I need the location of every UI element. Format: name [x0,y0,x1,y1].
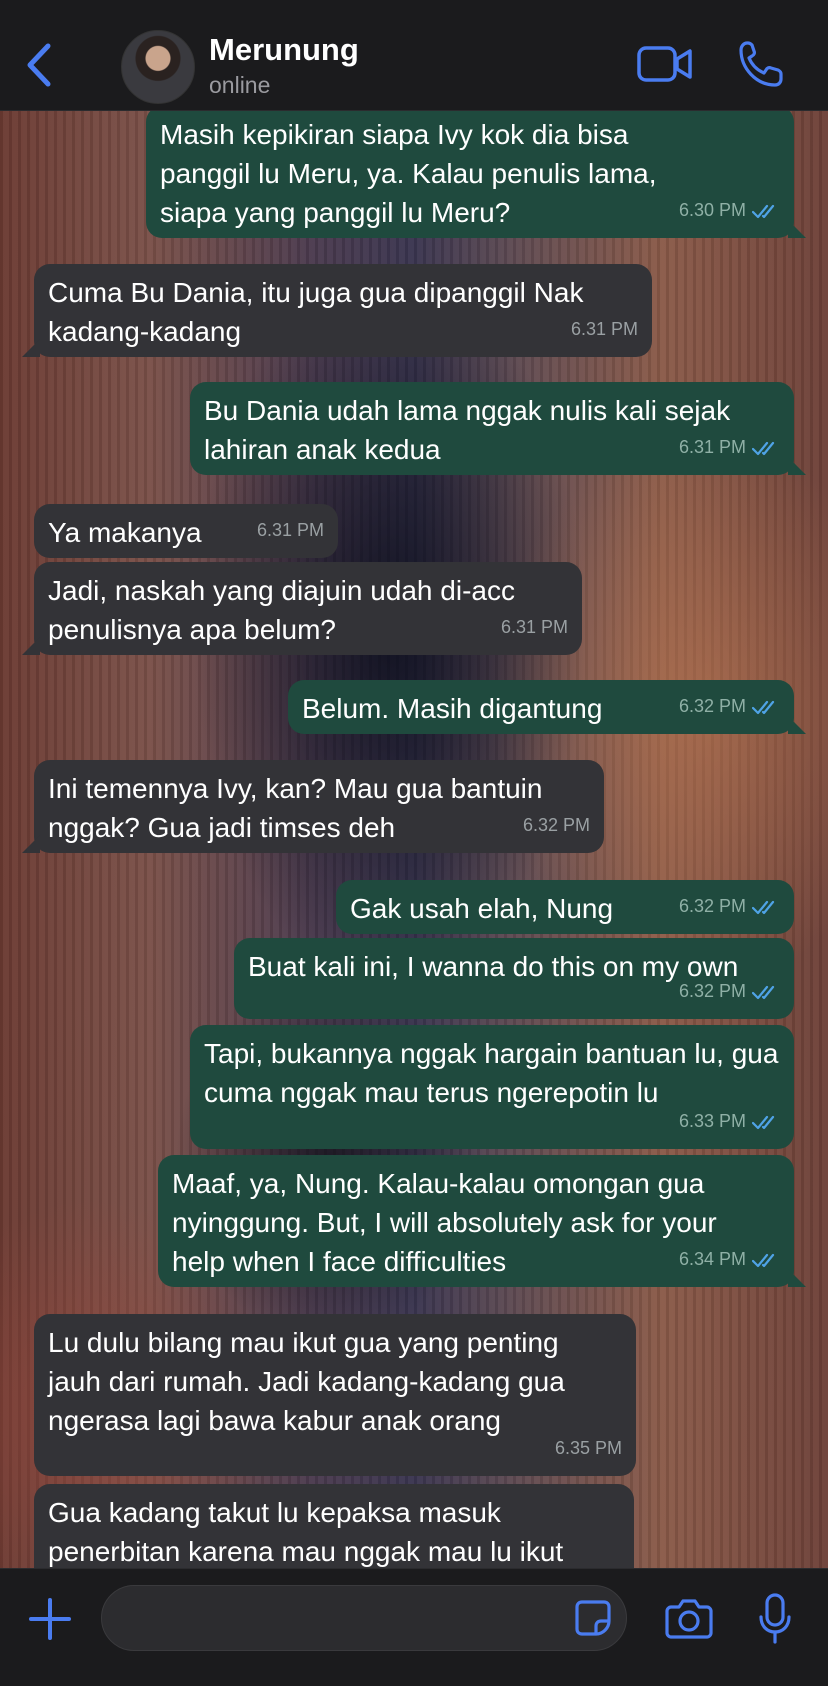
contact-status: online [209,72,271,98]
message-outgoing[interactable]: Tapi, bukannya nggak hargain bantuan lu,… [190,1025,794,1149]
message-meta: 6.31 PM [679,428,780,467]
message-incoming[interactable]: Cuma Bu Dania, itu juga gua dipanggil Na… [22,264,652,357]
message-text: Ini temennya Ivy, kan? Mau gua bantuin n… [48,773,543,843]
avatar[interactable] [121,30,195,104]
composer-bar [0,1568,828,1686]
read-ticks-icon [752,441,775,455]
plus-icon[interactable] [28,1597,72,1641]
message-meta: 6.31 PM [257,511,324,550]
message-incoming[interactable]: Lu dulu bilang mau ikut gua yang penting… [34,1314,636,1476]
read-ticks-icon [752,204,775,218]
message-outgoing[interactable]: Bu Dania udah lama nggak nulis kali seja… [190,382,806,475]
microphone-icon[interactable] [758,1593,792,1645]
message-text: Cuma Bu Dania, itu juga gua dipanggil Na… [48,277,584,347]
message-text: Tapi, bukannya nggak hargain bantuan lu,… [204,1038,779,1108]
message-outgoing[interactable]: Belum. Masih digantung 6.32 PM [288,680,806,734]
message-time: 6.35 PM [554,1438,622,1458]
chat-header: Merunung online [0,0,828,111]
message-meta: 6.32 PM [523,806,590,845]
message-time: 6.32 PM [678,896,746,916]
message-outgoing[interactable]: Masih kepikiran siapa Ivy kok dia bisa p… [146,106,806,238]
message-incoming[interactable]: Ya makanya 6.31 PM [34,504,338,558]
message-outgoing[interactable]: Maaf, ya, Nung. Kalau-kalau omongan gua … [158,1155,806,1287]
message-meta: 6.30 PM [679,191,780,230]
message-meta: 6.31 PM [571,310,638,349]
video-call-icon[interactable] [637,44,693,84]
read-ticks-icon [752,985,775,999]
read-ticks-icon [752,1115,775,1129]
message-text: Masih kepikiran siapa Ivy kok dia bisa p… [160,119,657,228]
message-time: 6.31 PM [256,520,324,540]
message-time: 6.30 PM [678,200,746,220]
message-meta: 6.34 PM [679,1240,780,1279]
message-time: 6.31 PM [678,437,746,457]
message-time: 6.31 PM [570,319,638,339]
message-text: Ya makanya [48,517,202,548]
read-ticks-icon [752,900,775,914]
read-ticks-icon [752,700,775,714]
message-text: Belum. Masih digantung [302,693,603,724]
message-time: 6.32 PM [678,696,746,716]
message-incoming[interactable]: Ini temennya Ivy, kan? Mau gua bantuin n… [22,760,604,853]
message-meta: 6.32 PM [679,687,780,726]
camera-icon[interactable] [665,1597,713,1639]
message-meta: 6.32 PM [679,972,780,1011]
message-incoming[interactable]: Gua kadang takut lu kepaksa masuk penerb… [34,1484,634,1568]
message-incoming[interactable]: Jadi, naskah yang diajuin udah di-acc pe… [22,562,582,655]
message-time: 6.33 PM [678,1111,746,1131]
message-time: 6.32 PM [522,815,590,835]
back-chevron-icon[interactable] [22,40,56,90]
message-text: Bu Dania udah lama nggak nulis kali seja… [204,395,731,465]
message-time: 6.32 PM [678,981,746,1001]
message-meta: 6.31 PM [501,608,568,647]
message-meta: 6.33 PM [679,1102,780,1141]
message-text: Jadi, naskah yang diajuin udah di-acc pe… [48,575,515,645]
message-input[interactable] [101,1585,627,1651]
message-text: Gak usah elah, Nung [350,893,614,924]
message-text: Gua kadang takut lu kepaksa masuk penerb… [48,1497,564,1567]
message-text: Lu dulu bilang mau ikut gua yang penting… [48,1327,565,1436]
message-time: 6.34 PM [678,1249,746,1269]
contact-name[interactable]: Merunung [209,32,359,68]
message-list[interactable]: Masih kepikiran siapa Ivy kok dia bisa p… [0,0,828,1568]
message-outgoing[interactable]: Gak usah elah, Nung 6.32 PM [336,880,794,934]
sticker-icon[interactable] [574,1599,612,1637]
message-outgoing[interactable]: Buat kali ini, I wanna do this on my own… [234,938,794,1019]
message-time: 6.31 PM [500,617,568,637]
message-meta: 6.32 PM [679,887,780,926]
read-ticks-icon [752,1253,775,1267]
message-meta: 6.35 PM [555,1429,622,1468]
phone-call-icon[interactable] [738,40,784,88]
